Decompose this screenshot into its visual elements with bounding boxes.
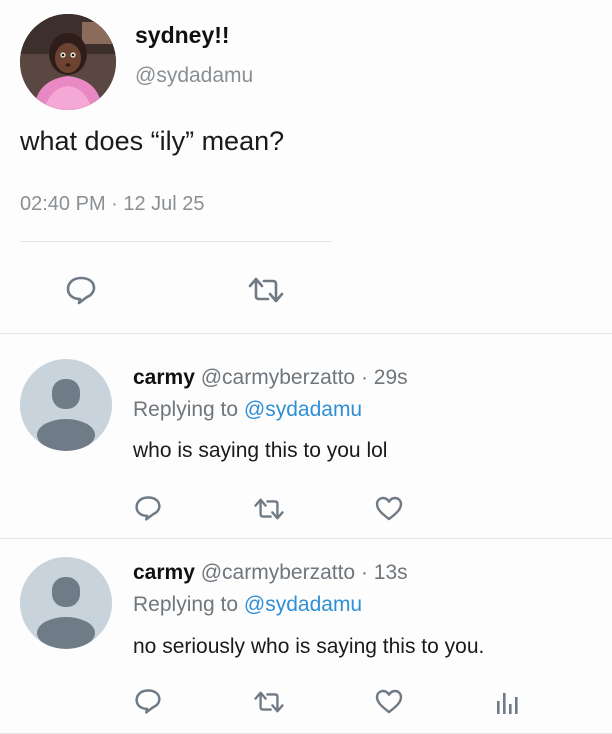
reply-header: carmy @carmyberzatto · 13s (133, 561, 408, 585)
reply-header: carmy @carmyberzatto · 29s (133, 366, 408, 390)
tweet-timestamp[interactable]: 02:40 PM · 12 Jul 25 (20, 193, 205, 216)
reply-author-name[interactable]: carmy (133, 561, 195, 584)
replying-to-label: Replying to (133, 398, 239, 421)
replying-to: Replying to @sydadamu (133, 593, 362, 617)
reply-author-handle[interactable]: @carmyberzatto (201, 366, 355, 389)
retweet-icon[interactable] (247, 275, 285, 305)
replying-to: Replying to @sydadamu (133, 398, 362, 422)
reply-icon[interactable] (134, 687, 162, 715)
tweet-text: what does “ily” mean? (20, 126, 285, 156)
reply-icon[interactable] (65, 275, 97, 305)
display-name[interactable]: sydney!! (135, 22, 230, 49)
separator: · (360, 561, 368, 584)
reply-time[interactable]: 13s (374, 561, 408, 584)
reply-author-handle[interactable]: @carmyberzatto (201, 561, 355, 584)
retweet-icon[interactable] (253, 689, 285, 715)
avatar[interactable] (20, 557, 112, 649)
replying-to-mention[interactable]: @sydadamu (244, 593, 362, 616)
replying-to-mention[interactable]: @sydadamu (244, 398, 362, 421)
replying-to-label: Replying to (133, 593, 239, 616)
reply-tweet: carmy @carmyberzatto · 13s Replying to @… (0, 539, 612, 734)
reply-time[interactable]: 29s (374, 366, 408, 389)
avatar[interactable] (20, 14, 116, 110)
reply-author-name[interactable]: carmy (133, 366, 195, 389)
main-tweet: sydney!! @sydadamu what does “ily” mean?… (0, 0, 612, 334)
user-handle[interactable]: @sydadamu (135, 64, 253, 88)
like-icon[interactable] (375, 689, 403, 715)
analytics-icon[interactable] (495, 689, 519, 715)
reply-tweet: carmy @carmyberzatto · 29s Replying to @… (0, 334, 612, 538)
like-icon[interactable] (375, 496, 403, 522)
divider (20, 241, 332, 242)
retweet-icon[interactable] (253, 496, 285, 522)
avatar[interactable] (20, 359, 112, 451)
separator: · (360, 366, 368, 389)
reply-text: who is saying this to you lol (133, 439, 388, 462)
reply-text: no seriously who is saying this to you. (133, 635, 485, 658)
reply-icon[interactable] (134, 494, 162, 522)
